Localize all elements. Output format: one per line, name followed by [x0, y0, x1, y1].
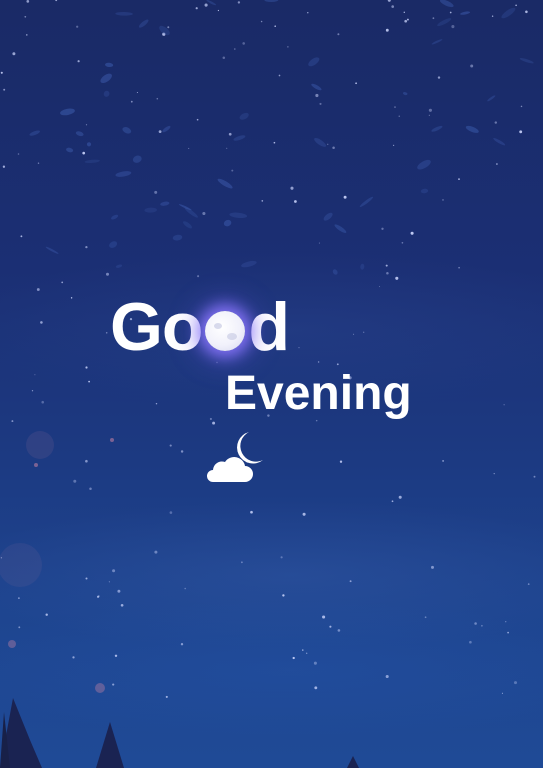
tree-silhouettes — [0, 698, 359, 768]
night-sky-background: Go d Evening — [0, 0, 543, 768]
